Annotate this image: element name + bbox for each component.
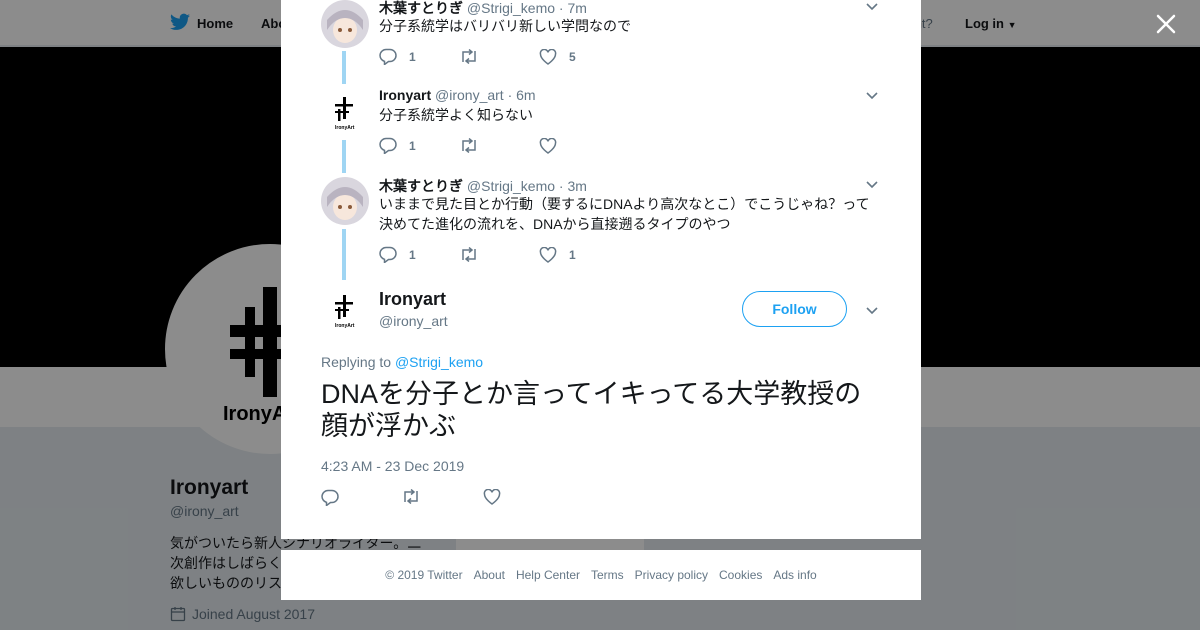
footer-link-cookies[interactable]: Cookies [719, 568, 762, 582]
like-button[interactable] [539, 137, 619, 154]
tweet-author-handle[interactable]: @Strigi_kemo [467, 0, 555, 16]
logo-text: IronyArt [335, 323, 355, 329]
chevron-down-icon[interactable] [864, 302, 880, 318]
main-tweet-date[interactable]: 4:23 AM - 23 Dec 2019 [321, 458, 464, 474]
main-tweet-actions [321, 489, 501, 506]
reply-button[interactable]: 1 [379, 137, 459, 154]
retweet-icon[interactable] [401, 489, 421, 504]
retweet-button[interactable] [459, 49, 539, 64]
like-icon [539, 48, 557, 65]
retweet-button[interactable] [459, 247, 539, 262]
tweet-author-handle[interactable]: @irony_art [435, 87, 504, 103]
tweet-author-name[interactable]: Ironyart [379, 87, 431, 103]
footer-link-help-center[interactable]: Help Center [516, 568, 580, 582]
main-tweet-author-handle[interactable]: @irony_art [379, 313, 448, 329]
retweet-button[interactable] [459, 138, 539, 153]
like-icon [539, 246, 557, 263]
like-count: 5 [569, 49, 576, 64]
tweet-actions: 1 [379, 137, 619, 154]
retweet-icon [462, 247, 476, 262]
footer-link-terms[interactable]: Terms [591, 568, 624, 582]
chevron-down-icon[interactable] [864, 176, 880, 192]
reply-icon [379, 137, 397, 154]
like-button[interactable]: 5 [539, 48, 619, 65]
avatar[interactable] [321, 177, 369, 225]
reply-count: 1 [409, 49, 416, 64]
main-tweet-text: DNAを分子とか言ってイキってる大学教授の顔が浮かぶ [321, 379, 862, 441]
retweet-icon [462, 138, 476, 153]
tweet-actions: 1 1 [379, 246, 619, 263]
tweet-author-handle[interactable]: @Strigi_kemo [467, 178, 555, 194]
tweet-time[interactable]: · 6m [508, 87, 536, 103]
tweet-actions: 1 5 [379, 48, 619, 65]
reply-icon [379, 48, 397, 65]
reply-icon[interactable] [321, 489, 339, 506]
close-icon[interactable] [1155, 13, 1177, 35]
like-button[interactable]: 1 [539, 246, 619, 263]
reply-count: 1 [409, 247, 416, 262]
main-tweet-author-name[interactable]: Ironyart [379, 289, 446, 310]
avatar[interactable]: IronyArt [321, 89, 369, 137]
like-icon [539, 137, 557, 154]
thread-line [342, 51, 346, 84]
tweet-text: いままで見た目とか行動（要するにDNAより高次なとこ）でこうじゃね？って決めてた… [379, 196, 870, 232]
reply-button[interactable]: 1 [379, 246, 459, 263]
footer-link-ads-info[interactable]: Ads info [773, 568, 816, 582]
reply-count: 1 [409, 138, 416, 153]
tweet-author-name[interactable]: 木葉すとりぎ [379, 178, 463, 194]
logo-text: IronyArt [335, 125, 355, 131]
like-icon[interactable] [483, 489, 501, 505]
footer-link-privacy[interactable]: Privacy policy [635, 568, 708, 582]
retweet-icon [462, 49, 476, 64]
replying-prefix: Replying to [321, 354, 392, 370]
tweet-header: 木葉すとりぎ @Strigi_kemo · 3m [379, 176, 587, 196]
modal-footer: © 2019 Twitter About Help Center Terms P… [281, 550, 921, 600]
tweet-text: 分子系統学はバリバリ新しい学問なので [379, 18, 631, 34]
chevron-down-icon[interactable] [864, 0, 880, 14]
avatar[interactable]: IronyArt [321, 287, 369, 335]
thread-line [342, 140, 346, 173]
tweet-modal: 木葉すとりぎ @Strigi_kemo · 7m 分子系統学はバリバリ新しい学問… [281, 0, 921, 539]
chevron-down-icon[interactable] [864, 87, 880, 103]
tweet-time[interactable]: · 7m [559, 0, 587, 16]
tweet-header: Ironyart @irony_art · 6m [379, 87, 536, 103]
reply-icon [379, 246, 397, 263]
replying-to: Replying to @Strigi_kemo [321, 354, 483, 370]
replying-to-link[interactable]: @Strigi_kemo [395, 354, 483, 370]
avatar[interactable] [321, 0, 369, 48]
tweet-time[interactable]: · 3m [559, 178, 587, 194]
footer-copyright: © 2019 Twitter [385, 568, 463, 582]
thread-line [342, 229, 346, 280]
tweet-author-name[interactable]: 木葉すとりぎ [379, 0, 463, 16]
tweet-text: 分子系統学よく知らない [379, 107, 533, 123]
reply-button[interactable]: 1 [379, 48, 459, 65]
like-count: 1 [569, 247, 576, 262]
footer-link-about[interactable]: About [474, 568, 505, 582]
follow-button[interactable]: Follow [742, 291, 847, 327]
